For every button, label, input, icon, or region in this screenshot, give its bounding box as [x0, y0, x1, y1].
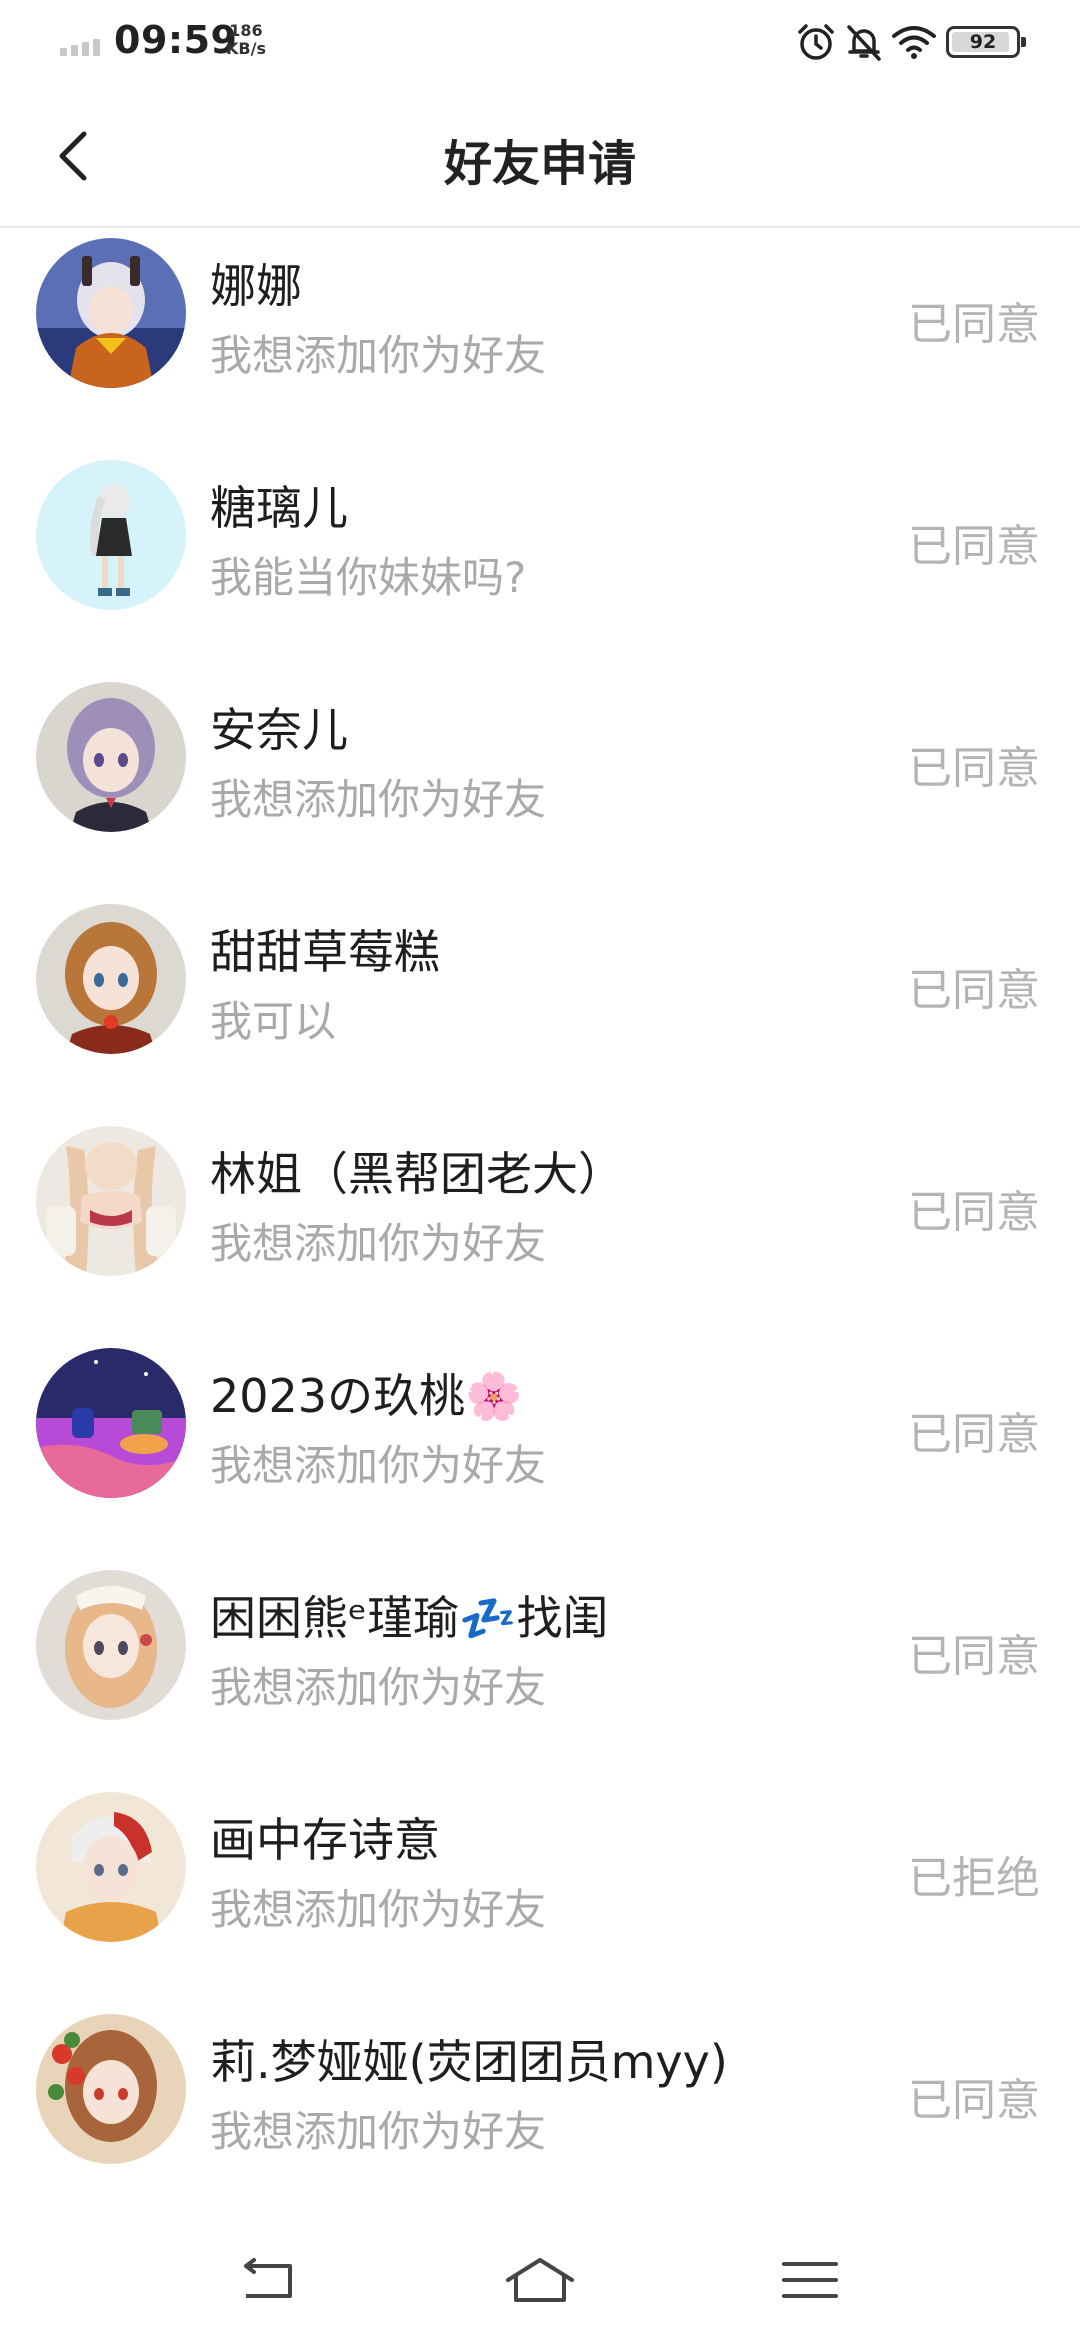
alarm-icon	[798, 24, 834, 60]
list-item[interactable]: 困困熊ᵉ瑾瑜💤找闺 我想添加你为好友 已同意	[0, 1560, 1080, 1782]
avatar[interactable]	[36, 682, 186, 832]
request-message: 我想添加你为好友	[210, 775, 547, 824]
requester-name: 2023の玖桃🌸	[210, 1369, 523, 1423]
header: 好友申请	[0, 84, 1080, 228]
back-nav-button[interactable]	[230, 2250, 310, 2310]
page-title: 好友申请	[443, 136, 636, 192]
network-speed: 186 KB/s	[226, 22, 266, 58]
requester-name: 林姐（黑帮团老大）	[210, 1147, 624, 1201]
network-speed-value: 186	[229, 21, 263, 40]
requester-name: 莉.梦娅娅(荧团团员myy)	[210, 2035, 728, 2089]
requester-name: 安奈儿	[210, 703, 348, 757]
request-message: 我能当你妹妹吗?	[210, 553, 527, 602]
avatar[interactable]	[36, 1570, 186, 1720]
network-speed-unit: KB/s	[226, 39, 266, 58]
list-item[interactable]: 莉.梦娅娅(荧团团员myy) 我想添加你为好友 已同意	[0, 2004, 1080, 2226]
request-status: 已同意	[908, 1631, 1040, 1682]
list-item[interactable]: 画中存诗意 我想添加你为好友 已拒绝	[0, 1782, 1080, 2004]
list-item[interactable]: 安奈儿 我想添加你为好友 已同意	[0, 672, 1080, 894]
muted-bell-icon	[847, 25, 881, 61]
avatar[interactable]	[36, 460, 186, 610]
request-status: 已同意	[908, 743, 1040, 794]
request-status: 已拒绝	[908, 1853, 1040, 1904]
list-item[interactable]: 甜甜草莓糕 我可以 已同意	[0, 894, 1080, 1116]
request-message: 我想添加你为好友	[210, 1441, 547, 1490]
request-message: 我想添加你为好友	[210, 1885, 547, 1934]
request-status: 已同意	[908, 1187, 1040, 1238]
request-message: 我可以	[210, 997, 337, 1046]
system-nav-bar	[0, 2220, 1080, 2340]
request-message: 我想添加你为好友	[210, 2107, 547, 2156]
battery-level: 92	[969, 31, 997, 53]
request-status: 已同意	[908, 965, 1040, 1016]
avatar[interactable]	[36, 2014, 186, 2164]
requester-name: 甜甜草莓糕	[210, 925, 440, 979]
requester-name: 画中存诗意	[210, 1813, 440, 1867]
list-item[interactable]: 2023の玖桃🌸 我想添加你为好友 已同意	[0, 1338, 1080, 1560]
avatar[interactable]	[36, 904, 186, 1054]
list-item[interactable]: 林姐（黑帮团老大） 我想添加你为好友 已同意	[0, 1116, 1080, 1338]
list-item[interactable]: 糖璃儿 我能当你妹妹吗? 已同意	[0, 450, 1080, 672]
avatar[interactable]	[36, 1126, 186, 1276]
request-message: 我想添加你为好友	[210, 1663, 547, 1712]
requester-name: 困困熊ᵉ瑾瑜💤找闺	[210, 1591, 609, 1645]
menu-nav-button[interactable]	[770, 2250, 850, 2310]
request-status: 已同意	[908, 299, 1040, 350]
list-item[interactable]: 娜娜 我想添加你为好友 已同意	[0, 228, 1080, 450]
status-time: 09:59	[114, 18, 238, 62]
request-message: 我想添加你为好友	[210, 1219, 547, 1268]
request-status: 已同意	[908, 2075, 1040, 2126]
home-nav-button[interactable]	[500, 2250, 580, 2310]
friend-request-list: 娜娜 我想添加你为好友 已同意 糖璃儿 我能当你妹妹吗? 已同意 安奈儿 我想添…	[0, 228, 1080, 2226]
home-icon	[506, 2258, 574, 2302]
request-message: 我想添加你为好友	[210, 331, 547, 380]
battery-icon: 92	[946, 26, 1026, 58]
status-bar: 09:59 186 KB/s 92	[0, 0, 1080, 84]
signal-icon	[60, 36, 104, 56]
wifi-icon	[892, 26, 936, 59]
request-status: 已同意	[908, 1409, 1040, 1460]
requester-name: 娜娜	[210, 259, 302, 313]
request-status: 已同意	[908, 521, 1040, 572]
avatar[interactable]	[36, 238, 186, 388]
menu-icon	[782, 2262, 838, 2298]
avatar[interactable]	[36, 1792, 186, 1942]
requester-name: 糖璃儿	[210, 481, 348, 535]
avatar[interactable]	[36, 1348, 186, 1498]
